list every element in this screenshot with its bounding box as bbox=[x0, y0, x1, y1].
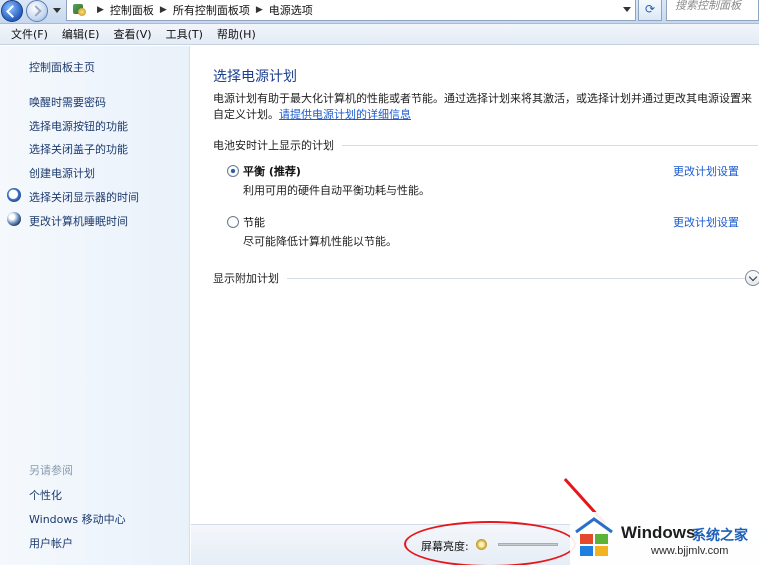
breadcrumb-all-items[interactable]: 所有控制面板项 bbox=[173, 2, 250, 18]
plan-details-link[interactable]: 请提供电源计划的详细信息 bbox=[279, 108, 411, 121]
additional-plans-label: 显示附加计划 bbox=[213, 272, 279, 285]
balanced-change-settings-link[interactable]: 更改计划设置 bbox=[673, 163, 739, 179]
search-input[interactable]: 搜索控制面板 bbox=[666, 0, 759, 21]
battery-plans-heading: 电池安时计上显示的计划 bbox=[213, 139, 334, 152]
balanced-plan-radio[interactable] bbox=[227, 165, 239, 177]
sidebar-link-display-off[interactable]: 选择关闭显示器的时间 bbox=[29, 189, 139, 205]
sidebar-link-mobility-center[interactable]: Windows 移动中心 bbox=[29, 511, 126, 527]
menu-help[interactable]: 帮助(H) bbox=[210, 26, 263, 42]
sidebar-link-user-accounts[interactable]: 用户帐户 bbox=[29, 535, 73, 551]
menu-bar: 文件(F) 编辑(E) 查看(V) 工具(T) 帮助(H) bbox=[0, 24, 759, 45]
menu-edit[interactable]: 编辑(E) bbox=[55, 26, 107, 42]
refresh-icon[interactable]: ⟳ bbox=[638, 0, 662, 21]
address-box[interactable]: ▶ 控制面板 ▶ 所有控制面板项 ▶ 电源选项 bbox=[66, 0, 636, 21]
address-dropdown-icon[interactable] bbox=[622, 5, 632, 15]
sidebar-home-link[interactable]: 控制面板主页 bbox=[29, 59, 95, 75]
page-description: 电源计划有助于最大化计算机的性能或者节能。通过选择计划来将其激活，或选择计划并通… bbox=[213, 91, 758, 123]
forward-button[interactable] bbox=[26, 0, 48, 22]
sidebar-link-close-lid[interactable]: 选择关闭盖子的功能 bbox=[29, 141, 128, 157]
watermark-url: www.bjjmlv.com bbox=[651, 545, 729, 557]
sidebar-link-wake-password[interactable]: 唤醒时需要密码 bbox=[29, 94, 106, 110]
power-saver-plan-radio[interactable] bbox=[227, 216, 239, 228]
sidebar: 控制面板主页 唤醒时需要密码 选择电源按钮的功能 选择关闭盖子的功能 创建电源计… bbox=[0, 46, 190, 565]
expand-chevron-icon[interactable] bbox=[745, 270, 759, 286]
address-row: ▶ 控制面板 ▶ 所有控制面板项 ▶ 电源选项 ⟳ 搜索控制面板 bbox=[0, 0, 759, 24]
breadcrumb-power-options[interactable]: 电源选项 bbox=[269, 2, 313, 18]
watermark-site-name: 系统之家 bbox=[692, 528, 748, 544]
sleep-moon-icon bbox=[7, 212, 21, 226]
display-clock-icon bbox=[7, 188, 21, 202]
back-button[interactable] bbox=[1, 0, 23, 22]
battery-plans-group: 电池安时计上显示的计划 bbox=[213, 137, 758, 153]
recent-pages-dropdown-icon[interactable] bbox=[50, 4, 64, 18]
breadcrumb-control-panel[interactable]: 控制面板 bbox=[110, 2, 154, 18]
group-divider bbox=[342, 144, 758, 146]
balanced-plan-description: 利用可用的硬件自动平衡功耗与性能。 bbox=[243, 184, 430, 197]
windows-logo-icon bbox=[575, 517, 613, 556]
see-also-heading: 另请参阅 bbox=[29, 464, 73, 477]
group-divider bbox=[287, 277, 745, 279]
power-saver-change-settings-link[interactable]: 更改计划设置 bbox=[673, 214, 739, 230]
additional-plans-header[interactable]: 显示附加计划 bbox=[213, 270, 745, 286]
chevron-right-icon[interactable]: ▶ bbox=[256, 5, 263, 15]
balanced-plan-name[interactable]: 平衡 (推荐) bbox=[243, 163, 301, 179]
menu-file[interactable]: 文件(F) bbox=[4, 26, 55, 42]
chevron-right-icon[interactable]: ▶ bbox=[160, 5, 167, 15]
sidebar-link-power-button[interactable]: 选择电源按钮的功能 bbox=[29, 118, 128, 134]
watermark-brand: Windows bbox=[621, 523, 696, 542]
sidebar-link-sleep[interactable]: 更改计算机睡眠时间 bbox=[29, 213, 128, 229]
control-panel-icon bbox=[71, 3, 87, 17]
page-title: 选择电源计划 bbox=[213, 69, 297, 85]
menu-tools[interactable]: 工具(T) bbox=[159, 26, 210, 42]
power-saver-plan-description: 尽可能降低计算机性能以节能。 bbox=[243, 235, 397, 248]
menu-view[interactable]: 查看(V) bbox=[106, 26, 158, 42]
chevron-right-icon[interactable]: ▶ bbox=[97, 5, 104, 15]
sidebar-link-personalization[interactable]: 个性化 bbox=[29, 487, 62, 503]
annotation-ellipse bbox=[404, 521, 576, 565]
power-saver-plan-name[interactable]: 节能 bbox=[243, 214, 265, 230]
sidebar-link-create-plan[interactable]: 创建电源计划 bbox=[29, 165, 95, 181]
